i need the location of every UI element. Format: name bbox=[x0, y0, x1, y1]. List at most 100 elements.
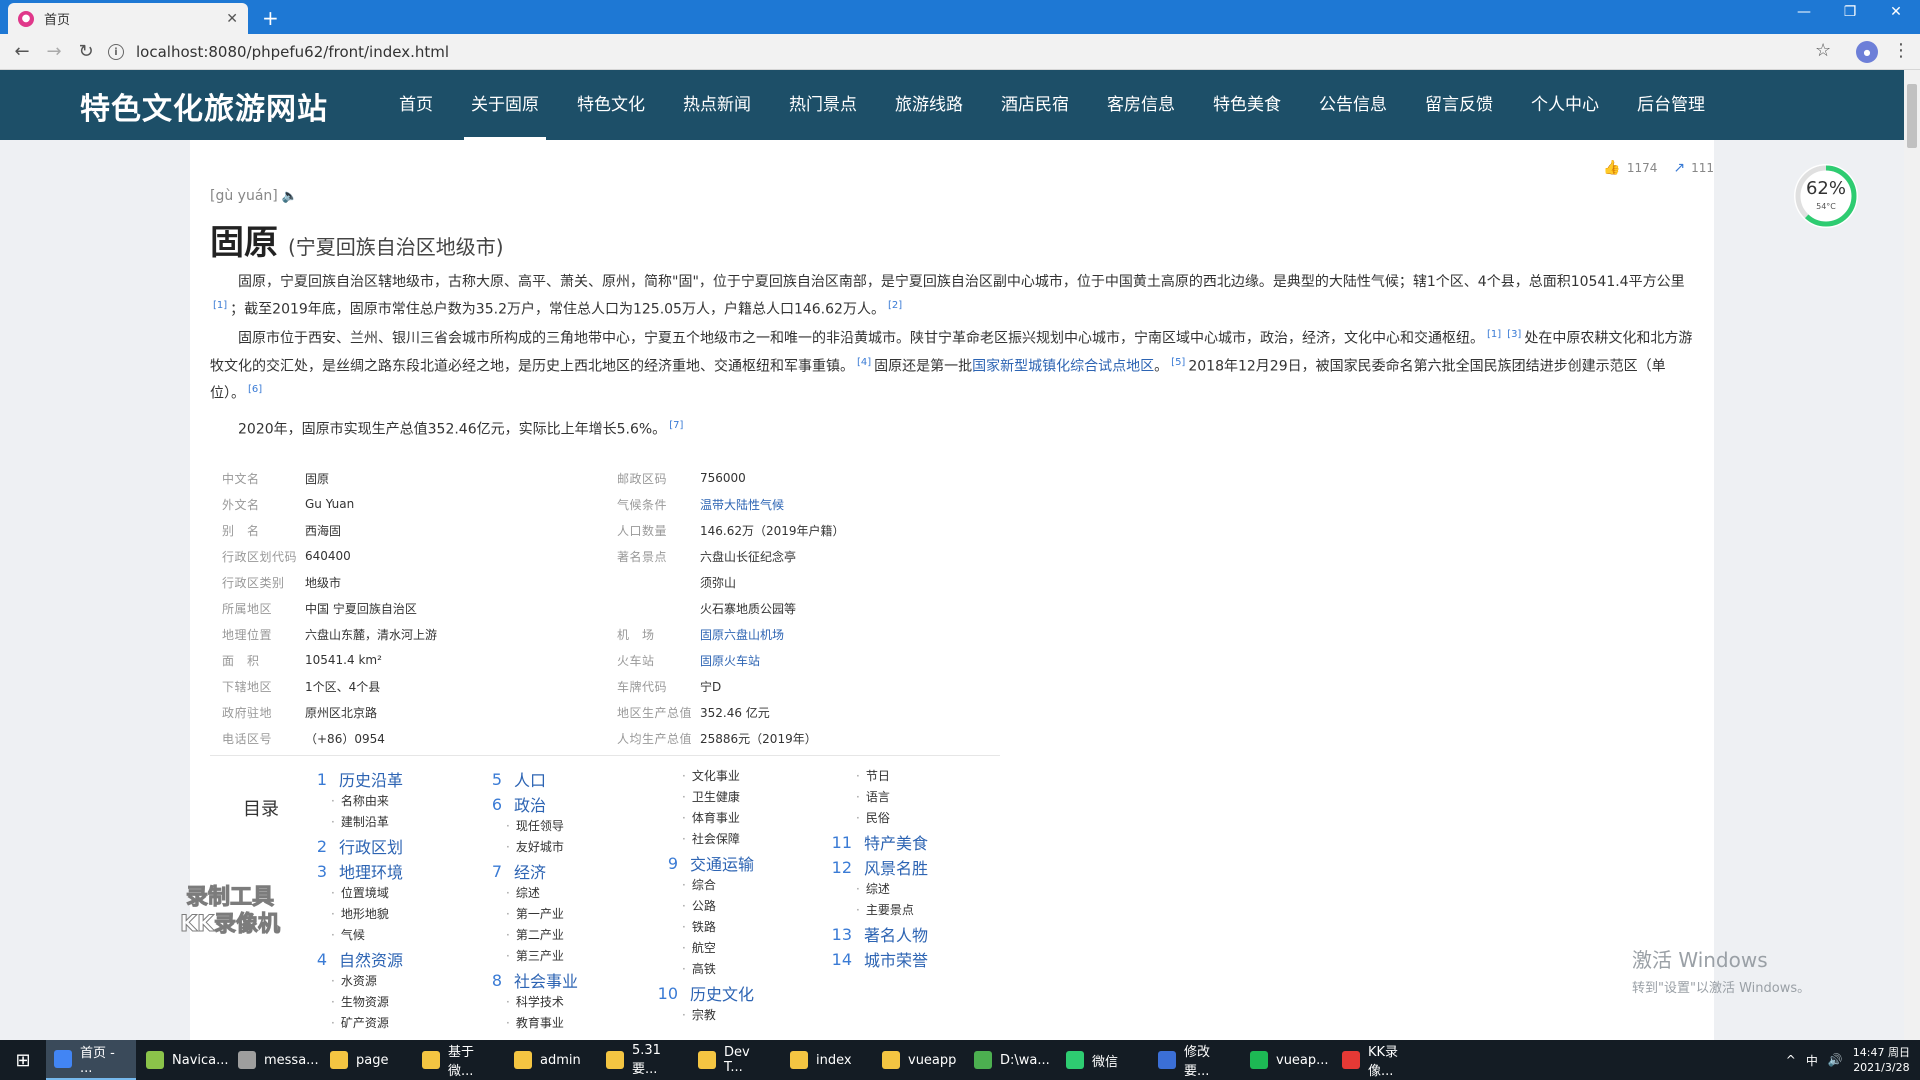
toc-subsection-link[interactable]: 水资源 bbox=[305, 970, 403, 991]
taskbar-app[interactable]: index bbox=[782, 1040, 872, 1080]
clock[interactable]: 14:47 周日 2021/3/28 bbox=[1853, 1045, 1910, 1075]
restore-icon[interactable]: ❐ bbox=[1830, 4, 1870, 20]
toc-subsection-link[interactable]: 综合 bbox=[656, 874, 754, 895]
nav-item[interactable]: 首页 bbox=[380, 70, 452, 140]
back-icon[interactable]: ← bbox=[10, 41, 34, 62]
nav-item[interactable]: 热点新闻 bbox=[664, 70, 770, 140]
toc-subsection-link[interactable]: 第一产业 bbox=[480, 903, 578, 924]
forward-icon[interactable]: → bbox=[42, 41, 66, 62]
taskbar-app[interactable]: 首页 - ... bbox=[46, 1040, 136, 1080]
taskbar-app[interactable]: vueap... bbox=[1242, 1040, 1332, 1080]
toc-subsection-link[interactable]: 综述 bbox=[830, 878, 928, 899]
speaker-icon[interactable]: 🔈 bbox=[282, 189, 298, 204]
toc-subsection-link[interactable]: 名称由来 bbox=[305, 790, 403, 811]
nav-item[interactable]: 特色美食 bbox=[1194, 70, 1300, 140]
nav-item[interactable]: 热门景点 bbox=[770, 70, 876, 140]
page-scrollbar[interactable] bbox=[1904, 70, 1920, 1040]
browser-tab[interactable]: ● 首页 ✕ bbox=[8, 3, 248, 34]
minimize-icon[interactable]: — bbox=[1784, 4, 1824, 20]
reference-link[interactable]: [7] bbox=[669, 420, 683, 431]
ime-icon[interactable]: 中 bbox=[1806, 1052, 1818, 1069]
taskbar-app[interactable]: page bbox=[322, 1040, 412, 1080]
toc-subsection-link[interactable]: 民俗 bbox=[830, 807, 928, 828]
taskbar-app[interactable]: admin bbox=[506, 1040, 596, 1080]
taskbar-app[interactable]: 基于微... bbox=[414, 1040, 504, 1080]
nav-item[interactable]: 公告信息 bbox=[1300, 70, 1406, 140]
volume-icon[interactable]: 🔊 bbox=[1828, 1053, 1843, 1067]
taskbar-app[interactable]: 修改要... bbox=[1150, 1040, 1240, 1080]
toc-section-link[interactable]: 13 著名人物 bbox=[830, 923, 928, 946]
scroll-thumb[interactable] bbox=[1907, 84, 1917, 148]
toc-section-link[interactable]: 11 特产美食 bbox=[830, 831, 928, 854]
taskbar-app[interactable]: vueapp bbox=[874, 1040, 964, 1080]
nav-item[interactable]: 客房信息 bbox=[1088, 70, 1194, 140]
toc-section-link[interactable]: 1 历史沿革 bbox=[305, 768, 403, 791]
toc-section-link[interactable]: 5 人口 bbox=[480, 768, 578, 791]
nav-item[interactable]: 后台管理 bbox=[1618, 70, 1724, 140]
toc-subsection-link[interactable]: 位置境域 bbox=[305, 882, 403, 903]
toc-subsection-link[interactable]: 铁路 bbox=[656, 916, 754, 937]
toc-section-link[interactable]: 6 政治 bbox=[480, 793, 578, 816]
toc-subsection-link[interactable]: 气候 bbox=[305, 924, 403, 945]
toc-subsection-link[interactable]: 友好城市 bbox=[480, 836, 578, 857]
share-count[interactable]: ↗ 111 bbox=[1673, 160, 1714, 176]
info-icon[interactable]: i bbox=[108, 44, 124, 60]
reference-link[interactable]: [6] bbox=[248, 384, 262, 395]
toc-section-link[interactable]: 7 经济 bbox=[480, 860, 578, 883]
taskbar-app[interactable]: Navica... bbox=[138, 1040, 229, 1080]
toc-subsection-link[interactable]: 综述 bbox=[480, 882, 578, 903]
toc-subsection-link[interactable]: 公路 bbox=[656, 895, 754, 916]
taskbar-app[interactable]: KK录像... bbox=[1334, 1040, 1424, 1080]
toc-section-link[interactable]: 9 交通运输 bbox=[656, 852, 754, 875]
toc-subsection-link[interactable]: 卫生健康 bbox=[656, 786, 754, 807]
info-value[interactable]: 固原火车站 bbox=[700, 652, 1000, 669]
nav-item[interactable]: 留言反馈 bbox=[1406, 70, 1512, 140]
toc-subsection-link[interactable]: 社会保障 bbox=[656, 828, 754, 849]
reference-link[interactable]: [3] bbox=[1507, 329, 1521, 340]
like-count[interactable]: 👍 1174 bbox=[1603, 160, 1657, 176]
toc-section-link[interactable]: 4 自然资源 bbox=[305, 948, 403, 971]
close-tab-icon[interactable]: ✕ bbox=[226, 11, 238, 27]
reference-link[interactable]: [1] bbox=[213, 300, 227, 311]
toc-section-link[interactable]: 2 行政区划 bbox=[305, 835, 403, 858]
reference-link[interactable]: [5] bbox=[1171, 357, 1185, 368]
nav-item[interactable]: 特色文化 bbox=[558, 70, 664, 140]
toc-subsection-link[interactable]: 科学技术 bbox=[480, 991, 578, 1012]
taskbar-app[interactable]: D:\wa... bbox=[966, 1040, 1056, 1080]
toc-subsection-link[interactable]: 矿产资源 bbox=[305, 1012, 403, 1033]
reference-link[interactable]: [2] bbox=[888, 300, 902, 311]
new-tab-button[interactable]: + bbox=[262, 6, 279, 30]
taskbar-app[interactable]: 微信 bbox=[1058, 1040, 1148, 1080]
toc-subsection-link[interactable]: 主要景点 bbox=[830, 899, 928, 920]
taskbar-app[interactable]: messa... bbox=[230, 1040, 320, 1080]
nav-item[interactable]: 个人中心 bbox=[1512, 70, 1618, 140]
toc-section-link[interactable]: 8 社会事业 bbox=[480, 969, 578, 992]
pilot-area-link[interactable]: 国家新型城镇化综合试点地区 bbox=[972, 358, 1154, 374]
profile-avatar-icon[interactable]: ● bbox=[1856, 41, 1878, 63]
taskbar-app[interactable]: Dev T... bbox=[690, 1040, 780, 1080]
bookmark-star-icon[interactable]: ☆ bbox=[1815, 40, 1831, 61]
toc-subsection-link[interactable]: 语言 bbox=[830, 786, 928, 807]
nav-item[interactable]: 关于固原 bbox=[452, 70, 558, 140]
toc-subsection-link[interactable]: 节日 bbox=[830, 765, 928, 786]
tray-chevron-icon[interactable]: ^ bbox=[1786, 1053, 1796, 1067]
toc-section-link[interactable]: 3 地理环境 bbox=[305, 860, 403, 883]
site-logo[interactable]: 特色文化旅游网站 bbox=[80, 84, 328, 128]
toc-section-link[interactable]: 12 风景名胜 bbox=[830, 856, 928, 879]
nav-item[interactable]: 酒店民宿 bbox=[982, 70, 1088, 140]
toc-section-link[interactable]: 10 历史文化 bbox=[656, 982, 754, 1005]
taskbar-app[interactable]: 5.31要... bbox=[598, 1040, 688, 1080]
windows-start-icon[interactable]: ⊞ bbox=[0, 1040, 46, 1080]
reference-link[interactable]: [4] bbox=[857, 357, 871, 368]
browser-menu-icon[interactable]: ⋮ bbox=[1892, 40, 1910, 61]
close-window-icon[interactable]: ✕ bbox=[1876, 4, 1916, 20]
nav-item[interactable]: 旅游线路 bbox=[876, 70, 982, 140]
toc-subsection-link[interactable]: 宗教 bbox=[656, 1004, 754, 1025]
toc-section-link[interactable]: 14 城市荣誉 bbox=[830, 948, 928, 971]
toc-subsection-link[interactable]: 教育事业 bbox=[480, 1012, 578, 1033]
performance-widget[interactable]: 62% 54°C bbox=[1794, 164, 1858, 228]
toc-subsection-link[interactable]: 生物资源 bbox=[305, 991, 403, 1012]
toc-subsection-link[interactable]: 建制沿革 bbox=[305, 811, 403, 832]
reference-link[interactable]: [1] bbox=[1487, 329, 1501, 340]
toc-subsection-link[interactable]: 高铁 bbox=[656, 958, 754, 979]
